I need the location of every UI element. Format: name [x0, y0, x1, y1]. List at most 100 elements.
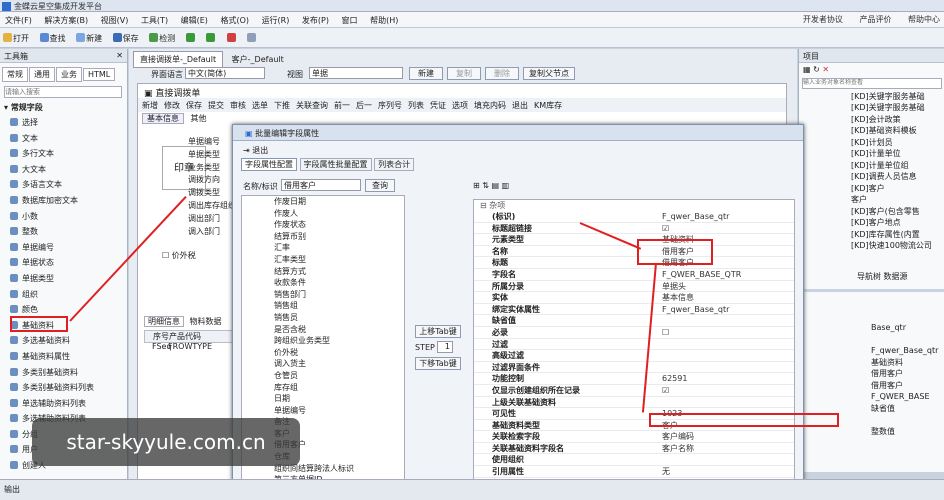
property-row[interactable]: 关联检索字段 客户编码: [474, 431, 794, 443]
toolbox-item[interactable]: 单据状态: [0, 255, 127, 271]
tab-common[interactable]: 常规: [2, 67, 28, 82]
bill-tab-basic[interactable]: 基本信息: [142, 113, 184, 124]
property-panel-value[interactable]: 基础资料: [871, 357, 944, 369]
menu-view[interactable]: 视图(V): [96, 12, 134, 29]
project-delete-icon[interactable]: ✕: [822, 65, 829, 74]
property-row[interactable]: 使用组织: [474, 454, 794, 467]
project-tree-item[interactable]: [KD]会计政策: [851, 114, 944, 126]
new-button[interactable]: 新建: [73, 28, 105, 49]
property-row[interactable]: 高级过滤: [474, 350, 794, 362]
toolbox-item[interactable]: 文本: [0, 131, 127, 147]
property-row[interactable]: 绑定实体属性 F_qwer_Base_qtr: [474, 304, 794, 316]
property-row[interactable]: 实体 基本信息: [474, 292, 794, 304]
property-panel-value[interactable]: 借用客户: [871, 368, 944, 380]
bill-toolbar-button[interactable]: 凭证: [430, 101, 446, 110]
menu-format[interactable]: 格式(O): [215, 12, 254, 29]
toolbox-item[interactable]: 多类别基础资料列表: [0, 380, 127, 396]
field-list-item[interactable]: 日期: [274, 393, 404, 405]
bill-toolbar-button[interactable]: 后一: [356, 101, 372, 110]
help-center-link[interactable]: 帮助中心: [908, 15, 940, 24]
property-row[interactable]: 仅显示创建组织所在记录 ☑: [474, 385, 794, 397]
bill-toolbar-button[interactable]: 下推: [274, 101, 290, 110]
property-row[interactable]: 所属分录 单据头: [474, 281, 794, 293]
open-button[interactable]: 打开: [0, 28, 32, 49]
delete-form-button[interactable]: 删除: [485, 67, 519, 80]
tab-general[interactable]: 通用: [29, 67, 55, 82]
format-button[interactable]: [244, 28, 260, 48]
undo-button[interactable]: [183, 28, 199, 48]
bill-toolbar-button[interactable]: 关联查询: [296, 101, 328, 110]
property-row[interactable]: 标题超链接 ☑: [474, 223, 794, 235]
toolbox-item[interactable]: 数据库加密文本: [0, 193, 127, 209]
detail-tab-info[interactable]: 明细信息: [144, 316, 184, 327]
bill-toolbar-button[interactable]: 新增: [142, 101, 158, 110]
sort-alpha-icon[interactable]: ⇅: [482, 181, 489, 190]
menu-publish[interactable]: 发布(P): [297, 12, 334, 29]
project-tree-item[interactable]: [KD]基础资料模板: [851, 125, 944, 137]
tab-datasource[interactable]: 数据源: [884, 272, 908, 281]
property-panel-value[interactable]: 整数值: [871, 426, 944, 438]
dev-agreement-link[interactable]: 开发者协议: [803, 15, 843, 24]
property-panel-value[interactable]: Base_qtr: [871, 322, 944, 334]
pages-icon[interactable]: ▥: [502, 181, 510, 190]
bill-toolbar-button[interactable]: 提交: [208, 101, 224, 110]
field-list-item[interactable]: 单据编号: [274, 405, 404, 417]
toolbox-item[interactable]: 单选辅助资料列表: [0, 396, 127, 412]
tab-batch-props[interactable]: 字段属性批量配置: [299, 158, 372, 171]
move-up-button[interactable]: 上移Tab键: [415, 325, 461, 338]
menu-edit[interactable]: 编辑(E): [176, 12, 213, 29]
detail-tab-material[interactable]: 物料数据: [187, 317, 225, 326]
delete-button[interactable]: [224, 28, 240, 48]
tab-list-total[interactable]: 列表合计: [374, 158, 415, 171]
bill-toolbar-button[interactable]: 前一: [334, 101, 350, 110]
property-panel-value[interactable]: F_QWER_BASE: [871, 391, 944, 403]
bill-toolbar-button[interactable]: 填充内码: [474, 101, 506, 110]
project-new-icon[interactable]: ▦: [803, 65, 811, 74]
tab-business[interactable]: 业务: [56, 67, 82, 82]
view-select[interactable]: 单据: [309, 67, 403, 79]
toolbox-item[interactable]: 多语言文本: [0, 177, 127, 193]
field-list-item[interactable]: 跨组织业务类型: [274, 335, 404, 347]
sort-category-icon[interactable]: ⊞: [473, 181, 480, 190]
exit-button[interactable]: ⇥ 退出: [243, 146, 268, 155]
tax-checkbox[interactable]: ☐ 价外税: [162, 250, 196, 261]
property-row[interactable]: 关联基础资料字段名 客户名称: [474, 443, 794, 455]
toolbox-item[interactable]: 组织: [0, 287, 127, 303]
field-list-item[interactable]: 作废日期: [274, 196, 404, 208]
field-list-item[interactable]: 销售组: [274, 300, 404, 312]
bill-toolbar-button[interactable]: 修改: [164, 101, 180, 110]
menu-help[interactable]: 帮助(H): [365, 12, 403, 29]
save-button[interactable]: 保存: [110, 28, 142, 49]
toolbox-item[interactable]: 单据编号: [0, 240, 127, 256]
field-list-item[interactable]: 仓管员: [274, 370, 404, 382]
project-tree-item[interactable]: [KD]计量单位组: [851, 160, 944, 172]
bill-toolbar-button[interactable]: 序列号: [378, 101, 402, 110]
grid-row[interactable]: FSeqFROWTYPE: [144, 342, 236, 351]
property-row[interactable]: 名称 借用客户: [474, 246, 794, 258]
field-list-item[interactable]: 汇率: [274, 242, 404, 254]
field-list-item[interactable]: 结算币别: [274, 231, 404, 243]
project-tree-item[interactable]: [KD]调费人员信息: [851, 171, 944, 183]
bill-toolbar-button[interactable]: 保存: [186, 101, 202, 110]
property-row[interactable]: (标识) F_qwer_Base_qtr: [474, 211, 794, 223]
project-tree-item[interactable]: [KD]客户: [851, 183, 944, 195]
toolbox-item[interactable]: 整数: [0, 224, 127, 240]
project-tree-item[interactable]: [KD]关键字服务基础: [851, 91, 944, 103]
project-tree-item[interactable]: [KD]客户(包含零售: [851, 206, 944, 218]
project-tree-item[interactable]: [KD]库存属性(内置: [851, 229, 944, 241]
category-row[interactable]: ⊟ 杂项: [474, 200, 794, 211]
property-row[interactable]: 引用属性 无: [474, 466, 794, 478]
toolbox-item[interactable]: 多类别基础资料: [0, 365, 127, 381]
property-panel-value[interactable]: 缺省值: [871, 403, 944, 415]
field-list-item[interactable]: 结算方式: [274, 266, 404, 278]
new-form-button[interactable]: 新建: [409, 67, 443, 80]
toolbox-item[interactable]: 多行文本: [0, 146, 127, 162]
check-button[interactable]: 检测: [146, 28, 178, 49]
event-icon[interactable]: ▤: [492, 181, 500, 190]
bill-toolbar-button[interactable]: KM库存: [534, 101, 562, 110]
field-list-item[interactable]: 销售员: [274, 312, 404, 324]
copy-parent-button[interactable]: 复制父节点: [523, 67, 575, 80]
property-row[interactable]: 上级关联基础资料: [474, 397, 794, 409]
property-panel-value[interactable]: 借用客户: [871, 380, 944, 392]
toolbox-item[interactable]: 选择: [0, 115, 127, 131]
